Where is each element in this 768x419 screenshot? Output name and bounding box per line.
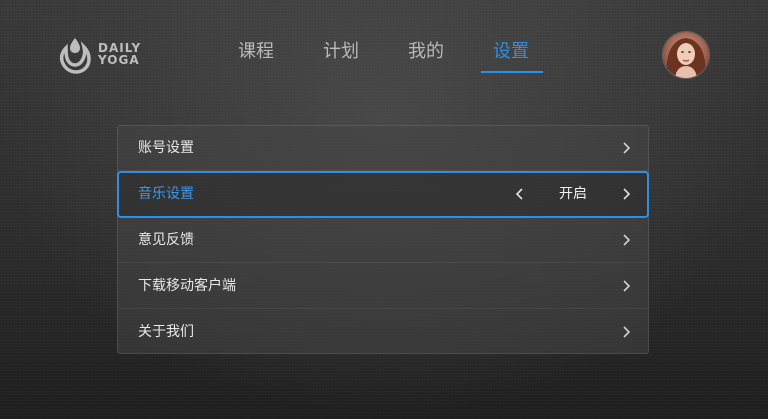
settings-item-account[interactable]: 账号设置 bbox=[118, 126, 648, 171]
music-setting-value: 开启 bbox=[559, 186, 587, 202]
chevron-right-icon bbox=[619, 233, 633, 247]
chevron-right-icon bbox=[619, 279, 633, 293]
settings-item-label: 关于我们 bbox=[138, 324, 194, 340]
settings-item-label: 意见反馈 bbox=[138, 232, 194, 248]
tab-mine[interactable]: 我的 bbox=[408, 38, 444, 66]
tab-settings[interactable]: 设置 bbox=[493, 38, 529, 66]
avatar-image bbox=[663, 32, 709, 78]
settings-item-label: 下载移动客户端 bbox=[138, 278, 236, 294]
active-tab-indicator bbox=[481, 71, 543, 73]
brand-line-2: YOGA bbox=[98, 53, 140, 67]
chevron-right-icon[interactable] bbox=[619, 187, 633, 201]
chevron-right-icon bbox=[619, 325, 633, 339]
tab-plans[interactable]: 计划 bbox=[323, 38, 359, 66]
user-avatar[interactable] bbox=[662, 31, 710, 79]
settings-item-feedback[interactable]: 意见反馈 bbox=[118, 218, 648, 263]
chevron-right-icon bbox=[619, 141, 633, 155]
brand-wordmark: DAILY YOGA bbox=[98, 42, 141, 66]
tab-courses[interactable]: 课程 bbox=[238, 38, 274, 66]
settings-panel: 账号设置 音乐设置 开启 意见反馈 下载移动客户端 关于我们 bbox=[117, 125, 649, 354]
settings-item-about[interactable]: 关于我们 bbox=[118, 310, 648, 355]
chevron-left-icon[interactable] bbox=[513, 187, 527, 201]
brand-logo: DAILY YOGA bbox=[58, 34, 141, 74]
settings-item-label: 音乐设置 bbox=[138, 186, 194, 202]
settings-item-label: 账号设置 bbox=[138, 140, 194, 156]
settings-item-download-app[interactable]: 下载移动客户端 bbox=[118, 264, 648, 309]
settings-item-music[interactable]: 音乐设置 开启 bbox=[117, 171, 649, 218]
daily-yoga-logo-icon bbox=[59, 38, 91, 74]
